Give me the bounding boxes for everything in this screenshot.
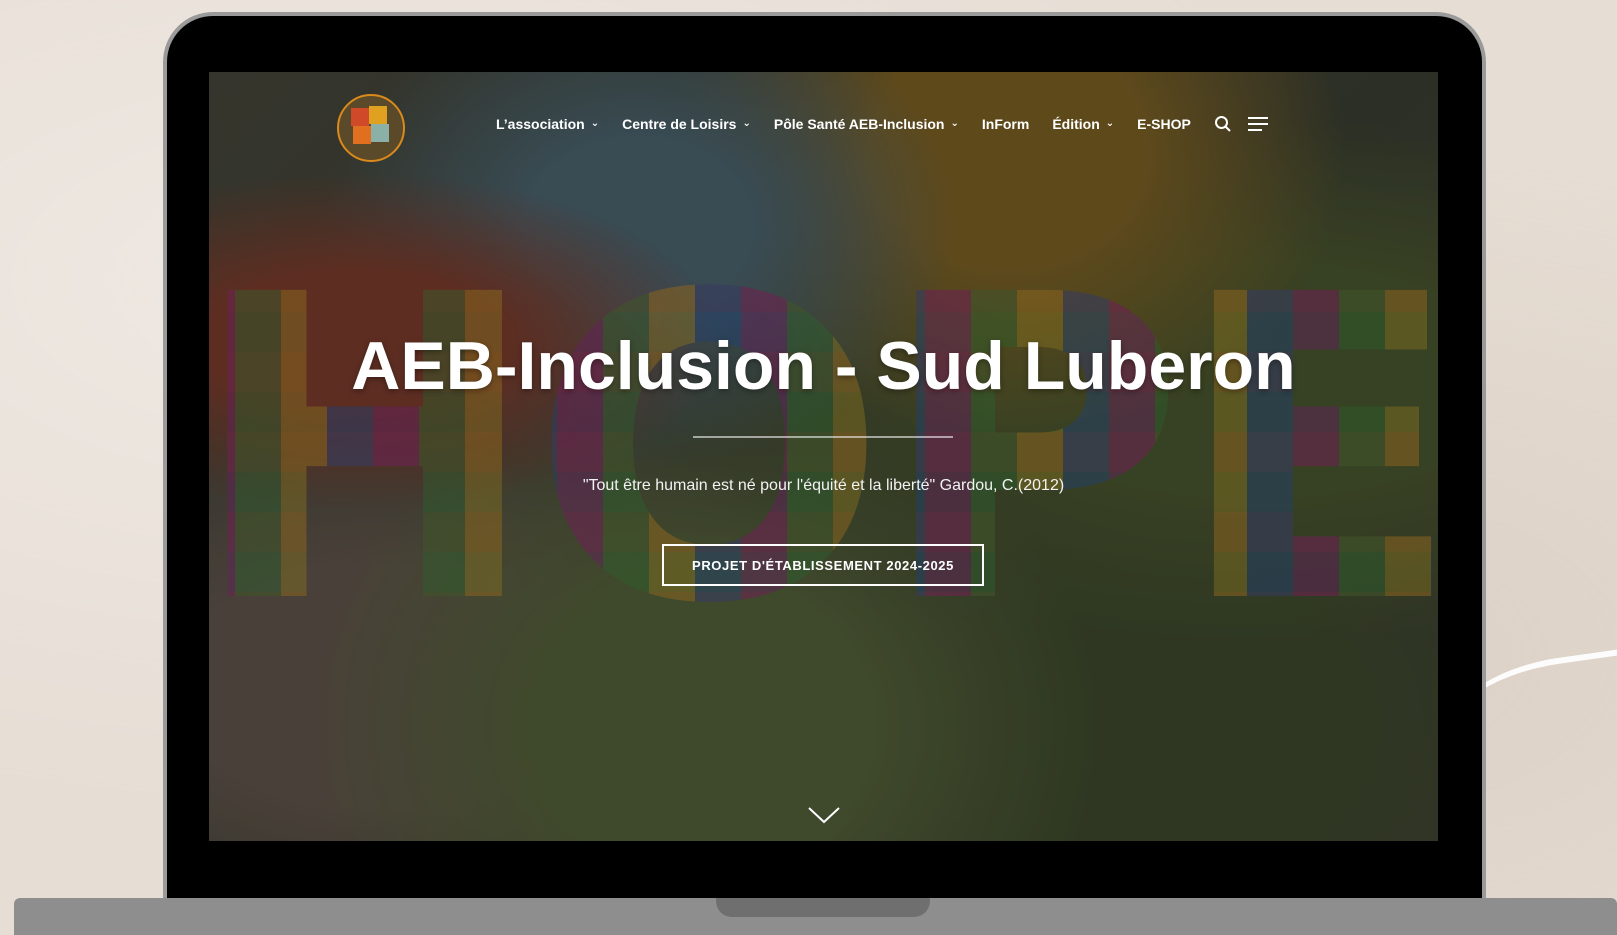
site-logo[interactable] <box>337 94 405 162</box>
nav-item-label: E-SHOP <box>1137 116 1191 132</box>
nav-item-label: InForm <box>981 116 1030 132</box>
nav-item-label: Pôle Santé AEB-Inclusion <box>773 116 945 132</box>
hero-title: AEB-Inclusion - Sud Luberon <box>351 328 1296 404</box>
menu-icon[interactable] <box>1247 116 1268 132</box>
laptop-notch <box>716 898 930 917</box>
nav-item-label: Édition <box>1052 116 1100 132</box>
projet-etablissement-button[interactable]: PROJET D'ÉTABLISSEMENT 2024-2025 <box>662 544 984 586</box>
chevron-down-icon[interactable] <box>807 804 841 826</box>
logo-puzzle-piece <box>371 124 389 142</box>
chevron-down-icon: ⌄ <box>1105 117 1115 129</box>
hero-divider <box>693 436 953 438</box>
nav-item-association[interactable]: L’association ⌄ <box>496 116 599 132</box>
chevron-down-icon: ⌄ <box>742 117 751 129</box>
website-screen: HOPE L’association ⌄ Centre de Loisirs ⌄… <box>209 72 1438 841</box>
nav-item-pole-sante[interactable]: Pôle Santé AEB-Inclusion ⌄ <box>774 116 959 132</box>
chevron-down-icon: ⌄ <box>590 117 600 129</box>
search-icon[interactable] <box>1214 115 1232 133</box>
logo-puzzle-piece <box>351 108 369 126</box>
nav-item-edition[interactable]: Édition ⌄ <box>1052 116 1114 132</box>
nav-item-label: L’association <box>496 116 585 132</box>
nav-item-label: Centre de Loisirs <box>622 116 737 132</box>
nav-item-inform[interactable]: InForm <box>982 116 1029 132</box>
logo-puzzle-piece <box>369 106 387 124</box>
nav-item-e-shop[interactable]: E-SHOP <box>1137 116 1191 132</box>
hero-quote: "Tout être humain est né pour l'équité e… <box>582 477 1065 494</box>
chevron-down-icon: ⌄ <box>950 117 959 129</box>
logo-puzzle-piece <box>353 126 371 144</box>
main-navigation: L’association ⌄ Centre de Loisirs ⌄ Pôle… <box>496 112 1284 136</box>
hero-overlay <box>209 72 1438 841</box>
nav-item-centre-de-loisirs[interactable]: Centre de Loisirs ⌄ <box>622 116 751 132</box>
